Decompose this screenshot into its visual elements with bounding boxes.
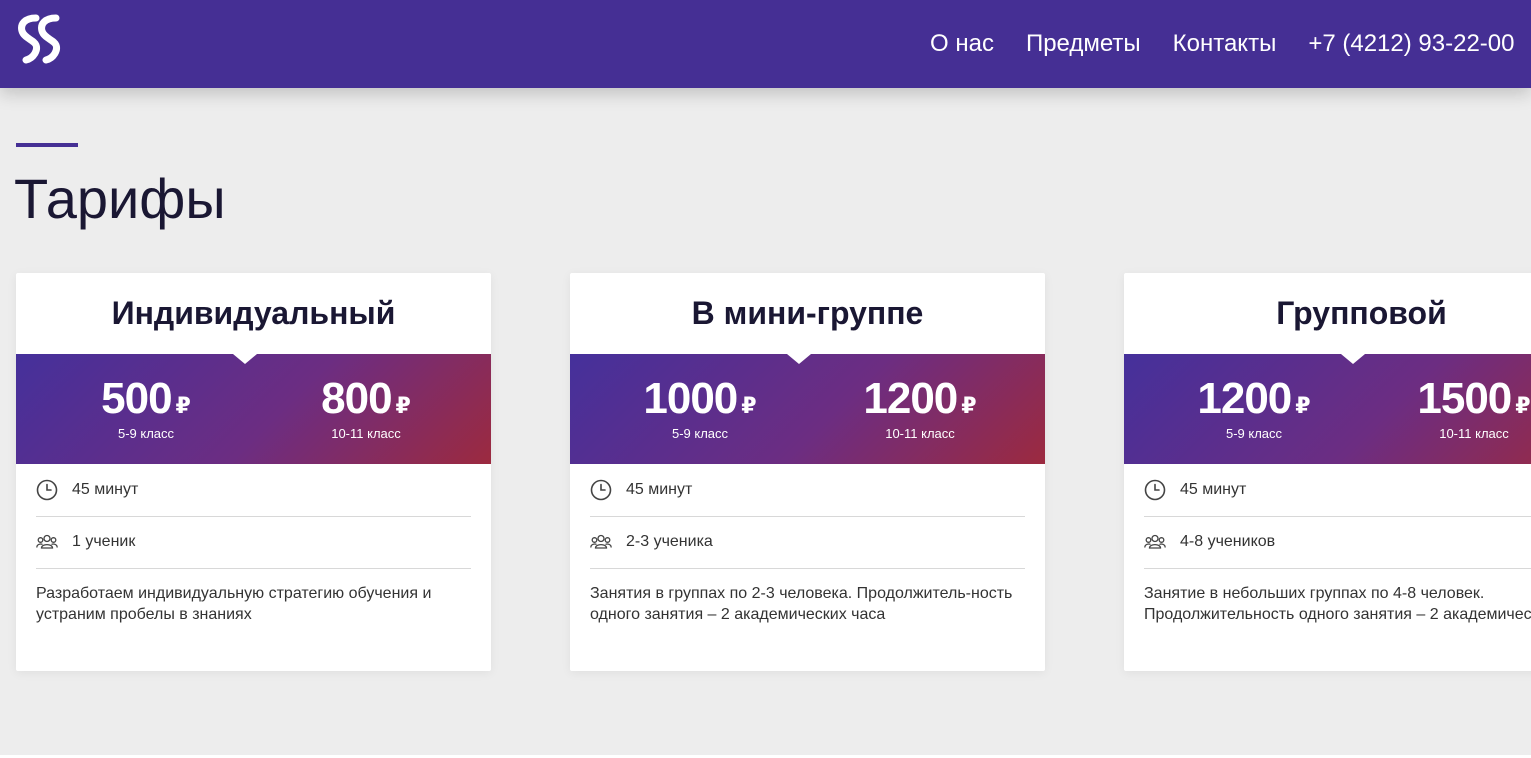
clock-icon xyxy=(590,479,612,501)
price-band: 1000 ₽ 5-9 класс 1200 ₽ 10-11 класс xyxy=(570,354,1045,464)
price-notch xyxy=(1341,354,1365,364)
price-block: 800 ₽ 10-11 класс xyxy=(261,374,471,441)
duration-row: 45 минут xyxy=(590,464,1025,517)
price-value: 500 xyxy=(101,374,172,423)
phone-link[interactable]: +7 (4212) 93-22-00 xyxy=(1308,30,1514,58)
price-value: 1500 xyxy=(1417,374,1512,423)
card-description: Занятие в небольших группах по 4-8 челов… xyxy=(1144,585,1531,623)
title-accent-bar xyxy=(16,143,78,147)
currency-symbol: ₽ xyxy=(1515,393,1531,418)
duration-text: 45 минут xyxy=(626,481,693,498)
duration-row: 45 минут xyxy=(36,464,471,517)
price-block: 1000 ₽ 5-9 класс xyxy=(600,374,800,441)
nav-link-subjects[interactable]: Предметы xyxy=(1026,30,1141,58)
nav-link-about[interactable]: О нас xyxy=(930,30,994,58)
students-row: 4-8 учеников xyxy=(1144,516,1531,569)
currency-symbol: ₽ xyxy=(395,393,411,418)
users-icon xyxy=(1144,534,1166,549)
currency-symbol: ₽ xyxy=(1295,393,1311,418)
nav-link-contacts[interactable]: Контакты xyxy=(1173,30,1277,58)
students-text: 2-3 ученика xyxy=(626,533,713,550)
card-title: В мини-группе xyxy=(691,295,924,331)
price-block: 1200 ₽ 5-9 класс xyxy=(1154,374,1354,441)
price-band: 500 ₽ 5-9 класс 800 ₽ 10-11 класс xyxy=(16,354,491,464)
main-nav: О нас Предметы Контакты +7 (4212) 93-22-… xyxy=(930,0,1514,88)
students-text: 4-8 учеников xyxy=(1180,533,1276,550)
price-notch xyxy=(233,354,257,364)
price-block: 1500 ₽ 10-11 класс xyxy=(1369,374,1531,441)
tariff-card-mini-group: В мини-группе 1000 ₽ 5-9 класс 1200 ₽ 10-1… xyxy=(570,273,1045,671)
duration-text: 45 минут xyxy=(72,481,139,498)
currency-symbol: ₽ xyxy=(741,393,757,418)
site-header: О нас Предметы Контакты +7 (4212) 93-22-… xyxy=(0,0,1531,88)
card-title: Индивидуальный xyxy=(111,295,396,331)
page-title: Тарифы xyxy=(14,167,226,230)
price-notch xyxy=(787,354,811,364)
price-block: 500 ₽ 5-9 класс xyxy=(46,374,246,441)
price-band: 1200 ₽ 5-9 класс 1500 ₽ 10-11 класс xyxy=(1124,354,1531,464)
price-grade: 5-9 класс xyxy=(117,426,175,441)
tariffs-section: Тарифы Индивидуальный 500 ₽ 5-9 класс 800… xyxy=(0,88,1531,755)
students-text: 1 ученик xyxy=(72,533,136,550)
currency-symbol: ₽ xyxy=(961,393,977,418)
students-row: 2-3 ученика xyxy=(590,516,1025,569)
tariff-card-individual: Индивидуальный 500 ₽ 5-9 класс 800 ₽ 10-11… xyxy=(16,273,491,671)
duration-text: 45 минут xyxy=(1180,481,1247,498)
users-icon xyxy=(590,534,612,549)
price-grade: 10-11 класс xyxy=(1439,426,1509,441)
price-grade: 5-9 класс xyxy=(1225,426,1283,441)
card-description: Занятия в группах по 2-3 человека. Продо… xyxy=(590,585,1013,623)
price-grade: 10-11 класс xyxy=(331,426,401,441)
price-value: 1200 xyxy=(863,374,958,423)
price-grade: 5-9 класс xyxy=(671,426,729,441)
currency-symbol: ₽ xyxy=(175,393,191,418)
price-value: 800 xyxy=(321,374,392,423)
price-block: 1200 ₽ 10-11 класс xyxy=(815,374,1025,441)
clock-icon xyxy=(1144,479,1166,501)
users-icon xyxy=(36,534,58,549)
price-value: 1000 xyxy=(643,374,738,423)
ss-logo-icon[interactable] xyxy=(16,14,66,64)
price-grade: 10-11 класс xyxy=(885,426,955,441)
duration-row: 45 минут xyxy=(1144,464,1531,517)
card-description: Разработаем индивидуальную стратегию обу… xyxy=(36,585,432,623)
clock-icon xyxy=(36,479,58,501)
students-row: 1 ученик xyxy=(36,516,471,569)
tariff-card-group: Групповой 1200 ₽ 5-9 класс 1500 ₽ 10-11 кл… xyxy=(1124,273,1531,671)
card-title: Групповой xyxy=(1276,295,1447,331)
price-value: 1200 xyxy=(1197,374,1292,423)
